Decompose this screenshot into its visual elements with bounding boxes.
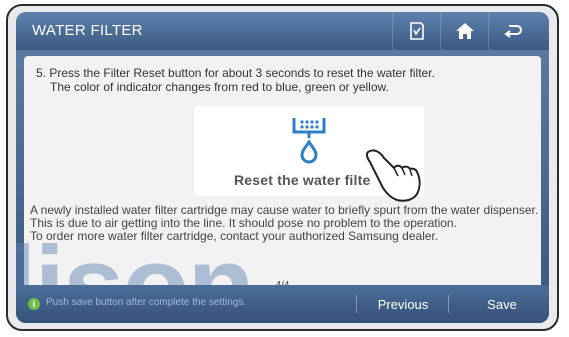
previous-button[interactable]: Previous bbox=[362, 285, 444, 323]
save-button[interactable]: Save bbox=[461, 285, 543, 323]
back-icon bbox=[504, 25, 522, 38]
device-frame: WATER FILTER 5. Press the Filter Reset b… bbox=[6, 4, 559, 331]
note-paragraph-2: To order more water filter cartridge, co… bbox=[30, 229, 439, 243]
title-bar: WATER FILTER bbox=[16, 12, 549, 50]
water-filter-icon bbox=[292, 118, 326, 164]
step-line-1: 5. Press the Filter Reset button for abo… bbox=[36, 66, 435, 80]
home-icon bbox=[456, 23, 474, 39]
divider bbox=[448, 295, 449, 313]
screen: WATER FILTER 5. Press the Filter Reset b… bbox=[16, 12, 549, 323]
home-button[interactable] bbox=[440, 12, 489, 50]
hand-pointer-icon bbox=[365, 149, 421, 202]
step-text: 5. Press the Filter Reset button for abo… bbox=[36, 66, 536, 94]
note-paragraph-1: A newly installed water filter cartridge… bbox=[30, 203, 539, 230]
instruction-panel: 5. Press the Filter Reset button for abo… bbox=[24, 56, 541, 298]
reset-button-label: Reset the water filte bbox=[234, 172, 371, 188]
reset-illustration: Reset the water filte bbox=[194, 106, 424, 202]
step-line-2: The color of indicator changes from red … bbox=[50, 80, 389, 94]
info-icon: i bbox=[28, 298, 40, 310]
hint-text: Push save button after complete the sett… bbox=[46, 297, 247, 308]
bottom-bar: i Push save button after complete the se… bbox=[16, 285, 549, 323]
notes-text: A newly installed water filter cartridge… bbox=[30, 204, 541, 243]
manual-icon bbox=[410, 22, 424, 40]
divider bbox=[356, 295, 357, 313]
page-title: WATER FILTER bbox=[32, 22, 143, 39]
manual-button[interactable] bbox=[392, 12, 441, 50]
back-button[interactable] bbox=[488, 12, 537, 50]
